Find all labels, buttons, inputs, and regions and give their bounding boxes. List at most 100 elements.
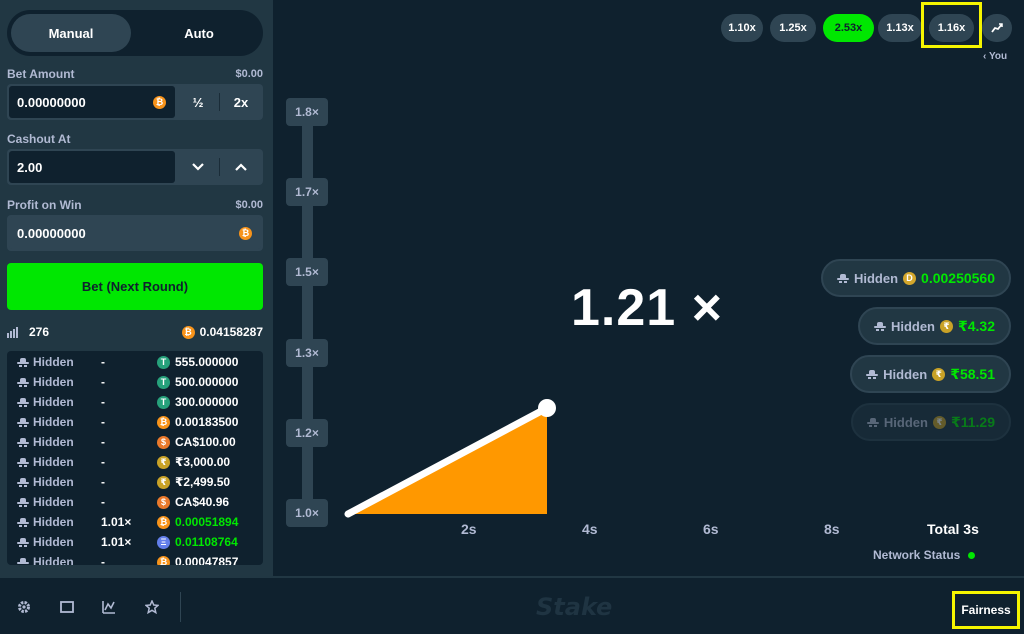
cashout-input[interactable]: 2.00	[9, 151, 175, 183]
dai-coin-icon: D	[903, 271, 917, 285]
bitcoin-icon: ₿	[181, 325, 195, 339]
bet-user-name: Hidden	[33, 355, 74, 369]
chevron-down-icon	[192, 163, 204, 171]
bet-multiplier: -	[101, 495, 105, 509]
bet-row[interactable]: Hidden - $ CA$100.00	[7, 432, 263, 452]
bet-user-name: Hidden	[33, 495, 74, 509]
bet-amount: T 555.000000	[157, 355, 238, 369]
bet-multiplier: 1.01×	[101, 515, 132, 529]
bet-amount-value: 0.00000000	[17, 94, 86, 110]
cashout-pill: Hidden D 0.00250560	[820, 259, 1011, 297]
cashout-user: Hidden	[866, 367, 927, 382]
bet-amount-value: 0.00183500	[175, 415, 239, 429]
usdt-coin-icon: T	[157, 375, 170, 389]
bet-amount-value: 500.000000	[175, 375, 239, 389]
cashout-user-name: Hidden	[883, 414, 928, 430]
profit-label: Profit on Win	[7, 198, 82, 212]
bet-row[interactable]: Hidden - $ CA$40.96	[7, 492, 263, 512]
cashout-label: Cashout At	[7, 132, 71, 146]
hidden-user-icon	[866, 417, 879, 427]
bet-multiplier: -	[101, 355, 105, 369]
bet-amount-value: 555.000000	[175, 355, 239, 369]
cashout-user: Hidden	[866, 414, 928, 430]
bet-user-name: Hidden	[33, 475, 74, 489]
cashout-decrease-button[interactable]	[177, 149, 219, 185]
bet-user: Hidden	[17, 515, 74, 529]
bet-multiplier: -	[101, 555, 105, 565]
bet-multiplier: -	[101, 395, 105, 409]
cashout-pill: Hidden ₹ ₹58.51	[850, 355, 1011, 393]
cashout-user: Hidden	[873, 319, 935, 334]
star-icon[interactable]	[144, 599, 160, 615]
inr-coin-icon: ₹	[932, 415, 946, 429]
cashout-increase-button[interactable]	[220, 149, 262, 185]
half-button[interactable]: ½	[177, 84, 219, 120]
cashout-group: 2.00	[7, 149, 263, 185]
players-count: 276	[29, 325, 50, 339]
bet-row[interactable]: Hidden - ₹ ₹3,000.00	[7, 452, 263, 472]
double-button[interactable]: 2x	[220, 84, 262, 120]
bet-amount: ₿ 0.00051894	[157, 515, 238, 529]
mode-manual-button[interactable]: Manual	[11, 14, 131, 52]
bet-user-name: Hidden	[33, 535, 74, 549]
bet-amount-input[interactable]: 0.00000000 ₿	[9, 86, 175, 118]
hidden-user-icon	[17, 437, 29, 447]
btc-coin-icon: ₿	[157, 555, 170, 565]
bet-multiplier: -	[101, 435, 105, 449]
bet-amount-value: 0.00047857	[175, 555, 239, 565]
bet-amount: Ξ 0.01108764	[157, 535, 238, 549]
fairness-button[interactable]: Fairness	[952, 591, 1020, 629]
bet-user-name: Hidden	[33, 435, 74, 449]
bet-amount-value: 0.00051894	[175, 515, 239, 529]
inr-coin-icon: ₹	[940, 319, 953, 333]
cashout-value: ₹11.29	[950, 413, 995, 430]
hidden-user-icon	[873, 321, 886, 331]
bet-row[interactable]: Hidden - ₿ 0.00047857	[7, 552, 263, 565]
bet-row[interactable]: Hidden - T 555.000000	[7, 352, 263, 372]
profit-group: 0.00000000 ₿	[7, 215, 263, 251]
status-dot-icon	[968, 551, 976, 559]
bet-user-name: Hidden	[33, 515, 74, 529]
bet-amount: $ CA$100.00	[157, 435, 236, 449]
bet-multiplier: -	[101, 455, 105, 469]
bet-amount: ₹ ₹3,000.00	[157, 455, 230, 469]
stats-icon[interactable]	[101, 599, 117, 615]
x-tick: 6s	[703, 521, 719, 537]
bet-row[interactable]: Hidden - T 500.000000	[7, 372, 263, 392]
bet-user: Hidden	[17, 495, 74, 509]
cashout-pill: Hidden ₹ ₹11.29	[850, 403, 1011, 441]
bet-row[interactable]: Hidden - ₹ ₹2,499.50	[7, 472, 263, 492]
bet-amount-usd: $0.00	[235, 68, 263, 80]
hidden-user-icon	[17, 477, 29, 487]
profit-field: 0.00000000 ₿	[9, 217, 261, 249]
bet-amount-value: 0.01108764	[175, 535, 238, 549]
bet-multiplier: -	[101, 415, 105, 429]
bet-row[interactable]: Hidden 1.01× Ξ 0.01108764	[7, 532, 263, 552]
inr-coin-icon: ₹	[932, 367, 946, 381]
bet-row[interactable]: Hidden - ₿ 0.00183500	[7, 412, 263, 432]
network-status-label: Network Status	[873, 548, 961, 562]
btc-coin-icon: ₿	[157, 415, 170, 429]
bet-button[interactable]: Bet (Next Round)	[7, 263, 263, 310]
bets-list[interactable]: Hidden - T 555.000000 Hidden - T 500.000000 Hidd…	[7, 351, 263, 565]
theatre-icon[interactable]	[59, 599, 75, 615]
bet-row[interactable]: Hidden 1.01× ₿ 0.00051894	[7, 512, 263, 532]
bet-amount: T 500.000000	[157, 375, 238, 389]
footer-divider	[180, 592, 181, 622]
cashout-user: Hidden	[836, 271, 898, 286]
bet-user: Hidden	[17, 455, 74, 469]
players-total-value: 0.04158287	[199, 325, 263, 339]
mode-auto-button[interactable]: Auto	[139, 14, 259, 52]
usdt-coin-icon: T	[157, 355, 170, 369]
bet-user: Hidden	[17, 435, 74, 449]
bet-user-name: Hidden	[33, 395, 74, 409]
cashout-pill: Hidden ₹ ₹4.32	[857, 307, 1011, 345]
bet-amount-value: CA$100.00	[175, 435, 236, 449]
bet-amount-value: ₹2,499.50	[175, 475, 231, 489]
bet-row[interactable]: Hidden - T 300.000000	[7, 392, 263, 412]
x-tick: 2s	[461, 521, 477, 537]
cashout-value: 0.00250560	[921, 270, 995, 286]
cashout-value: ₹58.51	[950, 365, 995, 382]
hidden-user-icon	[17, 357, 29, 367]
gear-icon[interactable]	[16, 599, 32, 615]
